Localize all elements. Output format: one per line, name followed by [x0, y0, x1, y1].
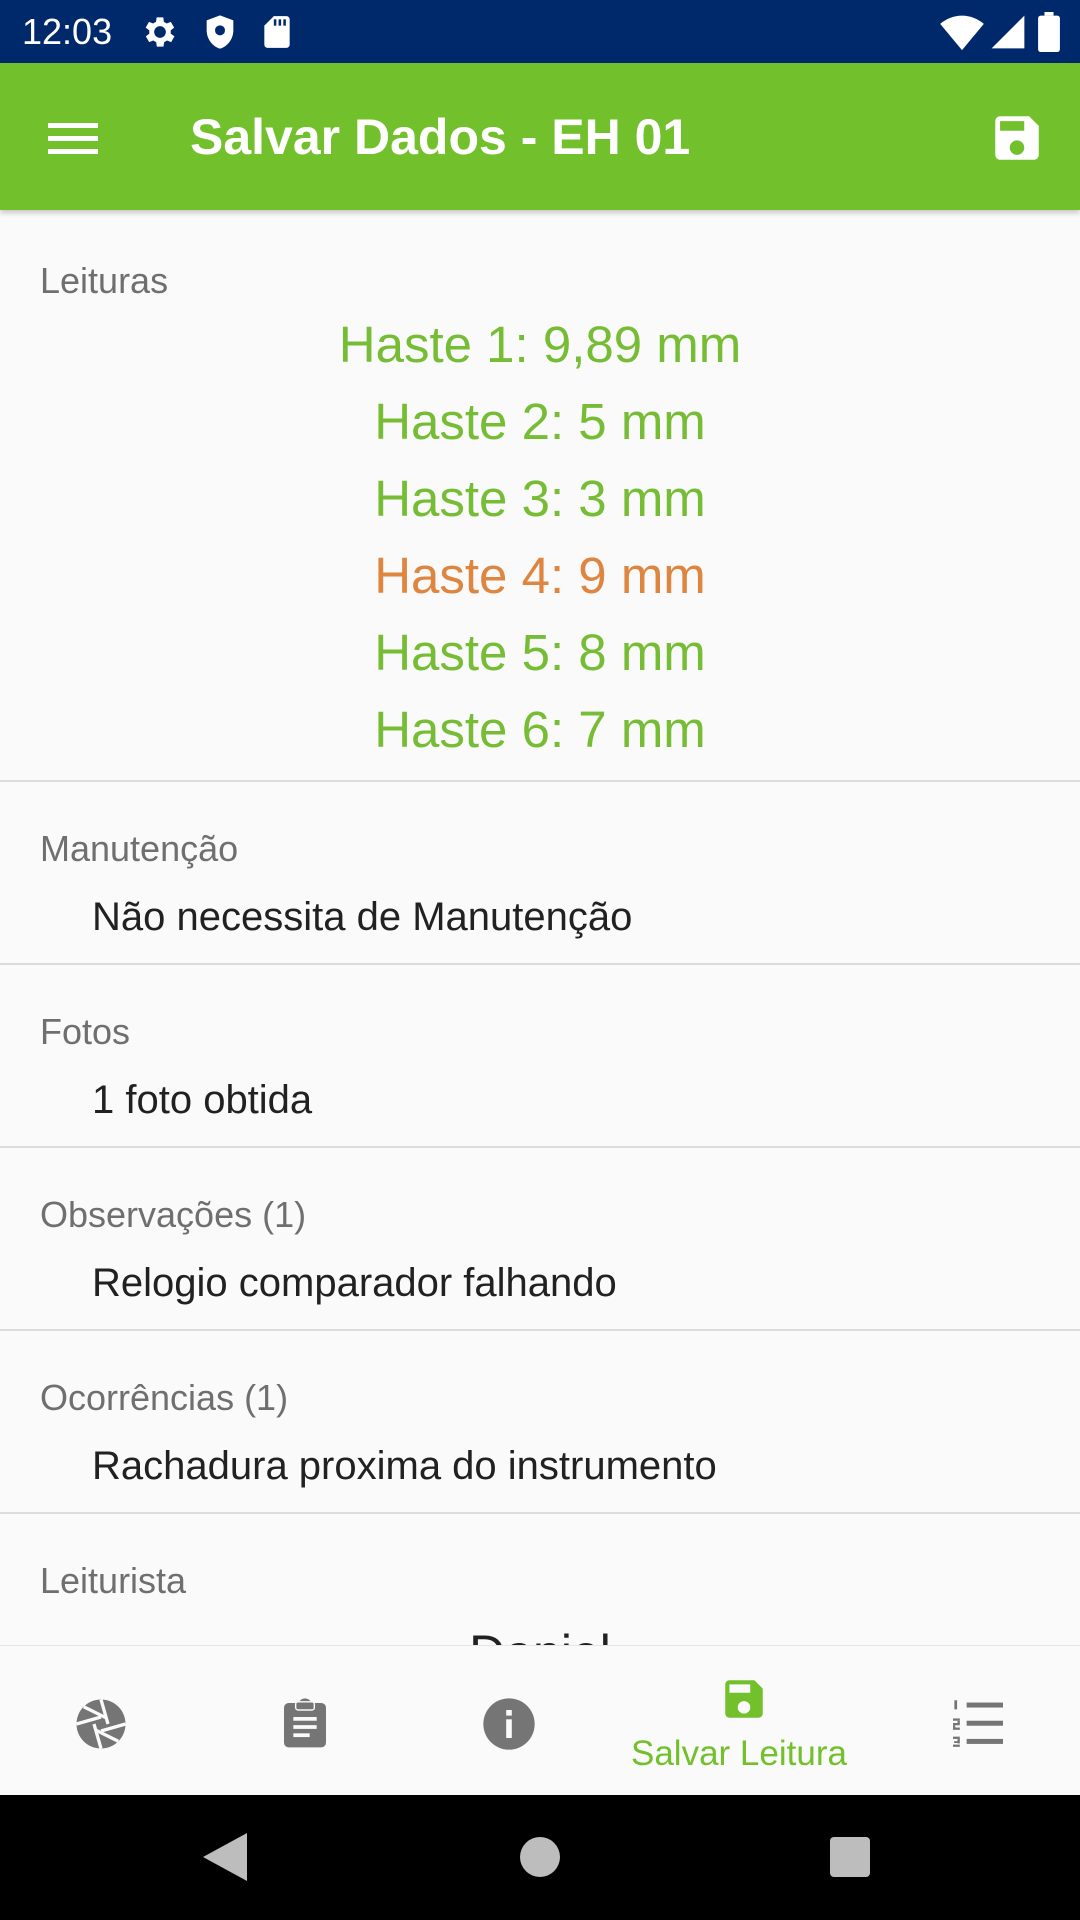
section-leiturista[interactable]: Leiturista Daniel — [0, 1516, 1080, 1645]
section-value: Não necessita de Manutenção — [92, 895, 633, 939]
nav-item-salvar-leitura[interactable]: Salvar Leitura — [609, 1646, 878, 1796]
settings-icon — [145, 17, 175, 47]
status-time: 12:03 — [22, 11, 113, 52]
nav-item-list[interactable] — [878, 1646, 1080, 1796]
section-fotos[interactable]: Fotos 1 foto obtida — [0, 967, 1080, 1148]
section-value: Daniel — [0, 1624, 1080, 1645]
section-label: Leiturista — [40, 1560, 187, 1601]
section-label: Leituras — [40, 260, 169, 301]
recents-icon[interactable] — [830, 1837, 870, 1877]
section-value: 1 foto obtida — [92, 1078, 313, 1122]
system-navigation-bar — [0, 1795, 1080, 1920]
content-scroll[interactable]: Leituras Haste 1: 9,89 mm Haste 2: 5 mm … — [0, 210, 1080, 1645]
signal-icon — [991, 15, 1025, 49]
app-bar: Salvar Dados - EH 01 — [0, 63, 1080, 210]
menu-icon[interactable] — [42, 113, 104, 163]
section-ocorrencias[interactable]: Ocorrências (1) Rachadura proxima do ins… — [0, 1333, 1080, 1514]
nav-item-camera[interactable] — [0, 1646, 203, 1796]
reading-haste-3: Haste 3: 3 mm — [374, 470, 706, 527]
section-label: Manutenção — [40, 828, 239, 869]
nav-item-info[interactable] — [406, 1646, 609, 1796]
reading-haste-1: Haste 1: 9,89 mm — [338, 316, 742, 373]
home-icon[interactable] — [520, 1837, 560, 1877]
save-icon[interactable] — [988, 109, 1046, 167]
section-label: Fotos — [40, 1011, 131, 1052]
battery-icon — [1038, 12, 1060, 52]
reading-haste-5: Haste 5: 8 mm — [374, 624, 706, 681]
clipboard-icon — [284, 1698, 326, 1748]
reading-haste-6: Haste 6: 7 mm — [374, 701, 706, 758]
info-icon — [483, 1698, 535, 1750]
nav-label: Salvar Leitura — [631, 1734, 847, 1773]
page-title: Salvar Dados - EH 01 — [190, 109, 691, 165]
numbered-list-icon — [953, 1700, 1003, 1747]
section-label: Ocorrências (1) — [40, 1377, 289, 1418]
section-label: Observações (1) — [40, 1194, 307, 1235]
reading-haste-4: Haste 4: 9 mm — [374, 547, 706, 604]
wifi-icon — [940, 15, 984, 51]
reading-haste-2: Haste 2: 5 mm — [374, 393, 706, 450]
bottom-navigation: Salvar Leitura — [0, 1645, 1080, 1795]
section-value: Relogio comparador falhando — [92, 1261, 617, 1305]
section-leituras: Leituras Haste 1: 9,89 mm Haste 2: 5 mm … — [0, 210, 1080, 782]
nav-item-clipboard[interactable] — [203, 1646, 406, 1796]
status-bar: 12:03 — [0, 0, 1080, 63]
section-value: Rachadura proxima do instrumento — [92, 1444, 717, 1488]
section-manutencao[interactable]: Manutenção Não necessita de Manutenção — [0, 784, 1080, 965]
save-icon — [725, 1680, 763, 1718]
shield-icon — [206, 15, 234, 49]
back-icon[interactable] — [203, 1833, 247, 1881]
section-observacoes[interactable]: Observações (1) Relogio comparador falha… — [0, 1150, 1080, 1331]
camera-shutter-icon — [76, 1699, 126, 1749]
sd-card-icon — [264, 16, 290, 48]
